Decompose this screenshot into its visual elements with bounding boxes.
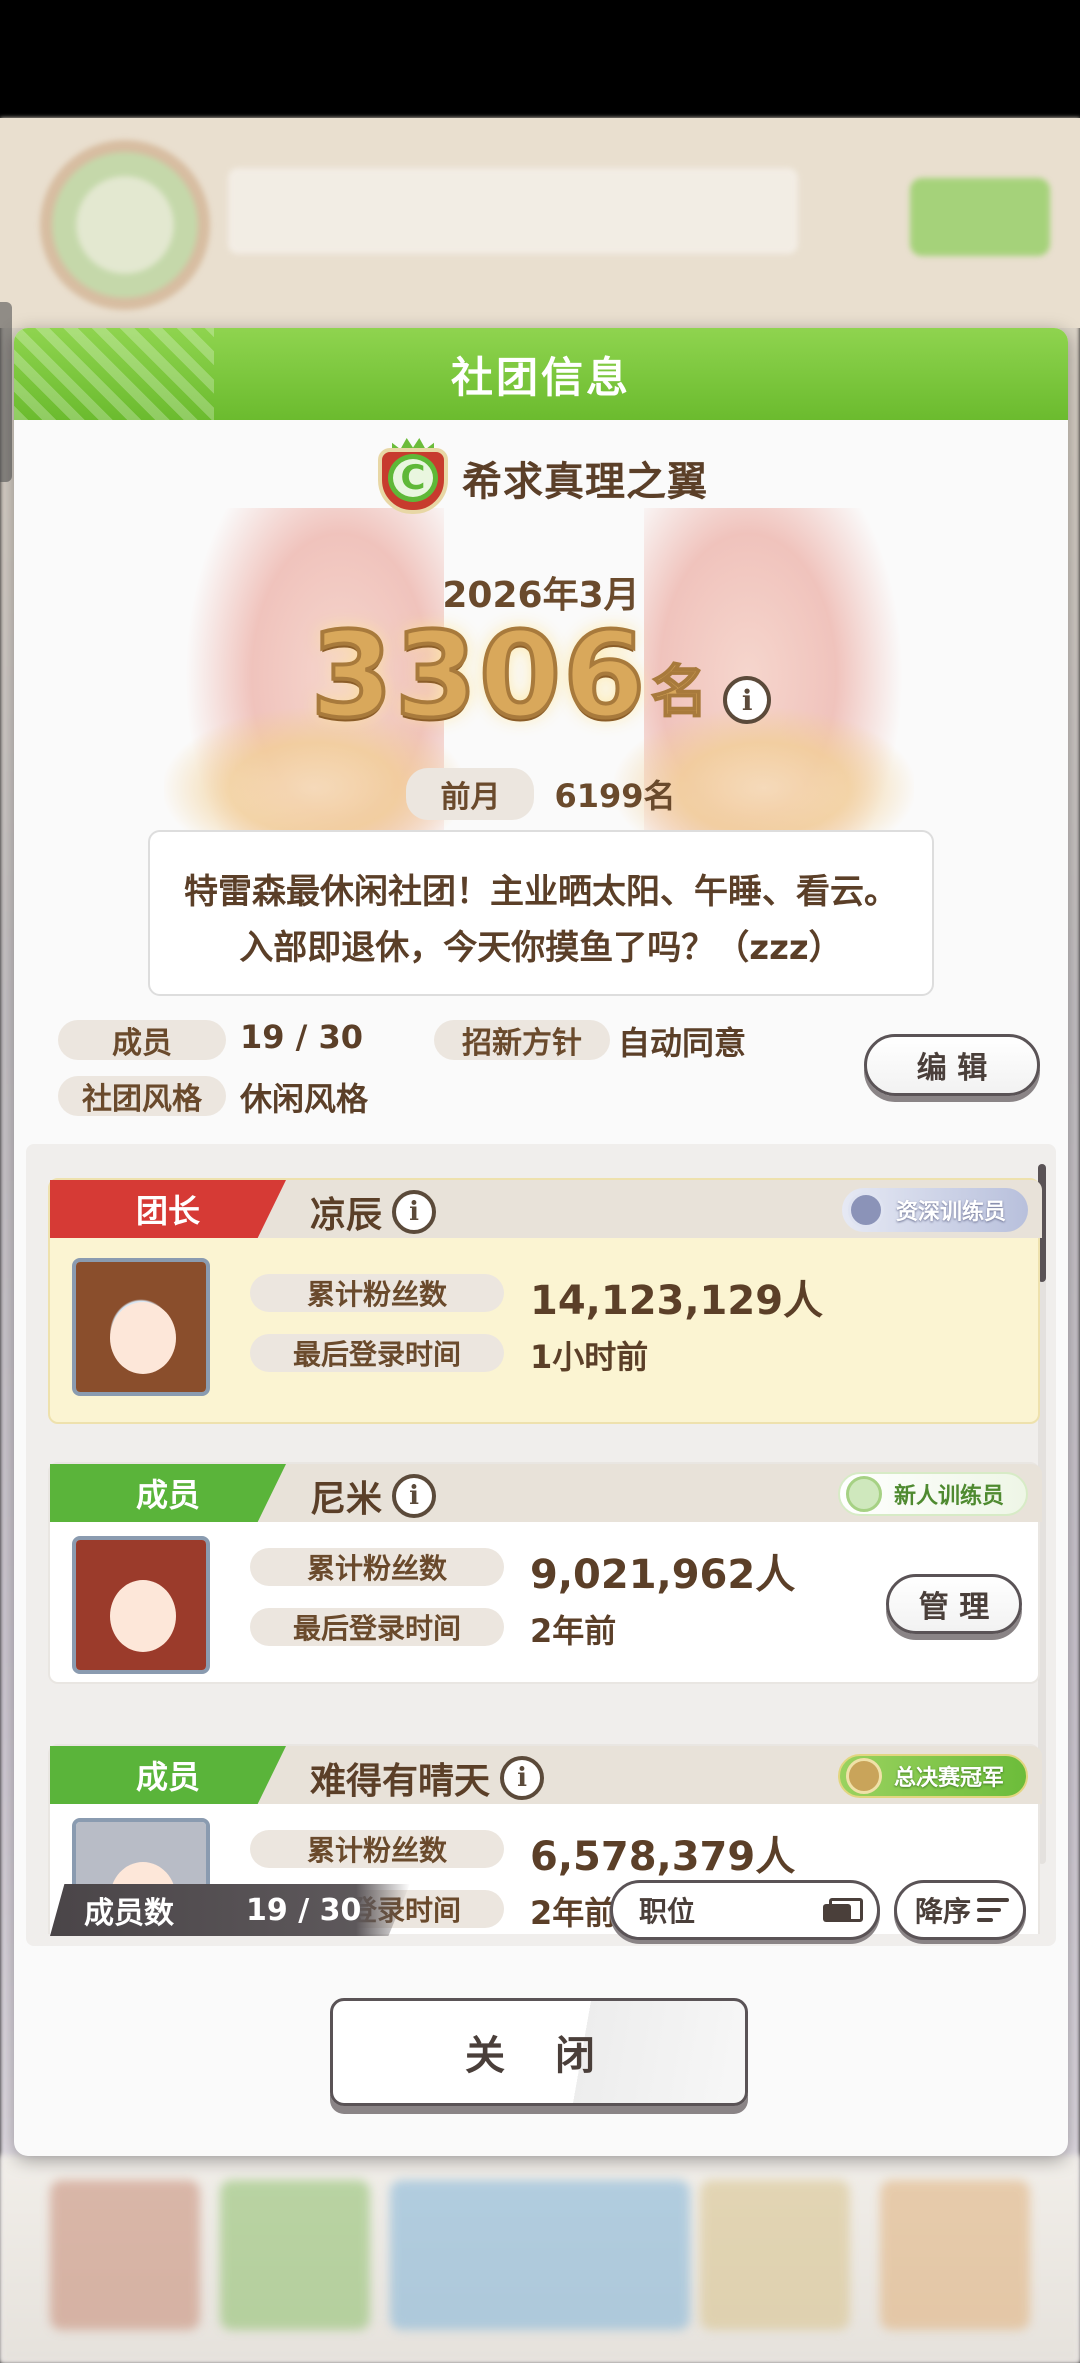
sort-order-button[interactable]: 降序 (894, 1880, 1026, 1940)
member-name: 难得有晴天 (310, 1761, 491, 1802)
background-nav-tile (50, 2180, 200, 2330)
dialog-title: 社团信息 (450, 352, 631, 402)
rank-info-icon[interactable]: i (723, 676, 772, 724)
club-info-dialog: 社团信息 C 希求真理之翼 2026年3月 3306 名 i 前月 6199名 … (14, 328, 1068, 2156)
club-description: 特雷森最休闲社团！主业晒太阳、午睡、看云。入部即退休，今天你摸鱼了吗？（zzz） (148, 830, 934, 996)
member-name-row: 难得有晴天 i (310, 1752, 545, 1804)
last-login-label: 最后登录时间 (250, 1608, 504, 1646)
prev-value: 6199名 (554, 777, 676, 815)
background-nav-tile (390, 2180, 690, 2330)
fans-value: 14,123,129人 (530, 1278, 824, 1324)
policy-value: 自动同意 (618, 1024, 747, 1062)
member-count-label: 成员数 (84, 1896, 174, 1931)
member-info-icon[interactable]: i (392, 1190, 437, 1234)
trainer-title: 资深训练员 (895, 1200, 1006, 1225)
dialog-header: 社团信息 (14, 328, 1068, 420)
sort-field-label: 职位 (639, 1895, 696, 1928)
close-button[interactable]: 关 闭 (330, 1998, 748, 2106)
role-tag: 团长 (50, 1180, 286, 1238)
members-value: 19 / 30 (240, 1018, 364, 1056)
member-name-row: 尼米 i (310, 1470, 437, 1522)
background-club-crest (40, 140, 210, 310)
status-bar (0, 0, 1080, 118)
trainer-title: 总决赛冠军 (893, 1766, 1004, 1791)
sort-field-button[interactable]: 职位 (610, 1880, 880, 1940)
member-count-tab: 成员数 19 / 30 (50, 1884, 410, 1936)
fans-label: 累计粉丝数 (250, 1830, 504, 1868)
club-rank: 3306 名 i (14, 606, 1068, 744)
member-list-footer: 成员数 19 / 30 职位 降序 (50, 1880, 1050, 1946)
role-tag: 成员 (50, 1746, 286, 1804)
title-badge-icon (845, 1758, 882, 1794)
edit-button[interactable]: 编 辑 (864, 1034, 1040, 1096)
background-green-button (910, 178, 1050, 256)
member-name: 尼米 (310, 1479, 383, 1520)
background-club-namebox (228, 168, 798, 254)
club-name-row: C 希求真理之翼 (14, 438, 1068, 518)
trainer-title: 新人训练员 (893, 1484, 1004, 1509)
policy-label: 招新方针 (434, 1020, 610, 1061)
title-badge-icon (845, 1476, 882, 1512)
background-nav-tile (700, 2180, 850, 2330)
member-card[interactable]: 团长 凉辰 i 资深训练员 累计粉丝数 14,123,129人 最后登录时间 1… (48, 1178, 1042, 1424)
style-label: 社团风格 (58, 1076, 226, 1117)
last-login-value: 1小时前 (530, 1338, 649, 1376)
fans-value: 9,021,962人 (530, 1552, 796, 1598)
prev-label: 前月 (406, 768, 535, 820)
cards-icon (823, 1898, 863, 1922)
fans-label: 累计粉丝数 (250, 1274, 504, 1312)
trainer-title-badge: 资深训练员 (841, 1188, 1028, 1232)
last-login-label: 最后登录时间 (250, 1334, 504, 1372)
last-login-value: 2年前 (530, 1612, 617, 1650)
style-value: 休闲风格 (240, 1080, 369, 1118)
side-handle[interactable] (0, 302, 12, 482)
background-nav-tile (880, 2180, 1030, 2330)
member-name: 凉辰 (310, 1195, 383, 1236)
club-crest-icon: C (374, 438, 452, 518)
previous-month-rank: 前月 6199名 (14, 768, 1068, 820)
club-name: 希求真理之翼 (462, 459, 708, 505)
trainer-title-badge: 新人训练员 (837, 1472, 1028, 1516)
member-avatar[interactable] (72, 1536, 210, 1674)
fans-label: 累计粉丝数 (250, 1548, 504, 1586)
background-nav-tile (220, 2180, 370, 2330)
member-card[interactable]: 成员 尼米 i 新人训练员 累计粉丝数 9,021,962人 最后登录时间 2年… (48, 1462, 1042, 1684)
header-pattern (14, 328, 214, 420)
role-tag: 成员 (50, 1464, 286, 1522)
rank-number: 3306 (309, 606, 648, 744)
member-avatar[interactable] (72, 1258, 210, 1396)
sort-order-label: 降序 (915, 1895, 972, 1928)
rank-unit: 名 (650, 659, 708, 726)
sort-icon (977, 1898, 1010, 1922)
member-name-row: 凉辰 i (310, 1186, 437, 1238)
member-info-icon[interactable]: i (500, 1756, 545, 1800)
fans-value: 6,578,379人 (530, 1834, 796, 1880)
trainer-title-badge: 总决赛冠军 (837, 1754, 1028, 1798)
manage-button[interactable]: 管 理 (886, 1574, 1022, 1634)
member-count-value: 19 / 30 (246, 1892, 362, 1928)
members-label: 成员 (58, 1020, 226, 1061)
member-info-icon[interactable]: i (392, 1474, 437, 1518)
title-badge-icon (847, 1192, 884, 1228)
